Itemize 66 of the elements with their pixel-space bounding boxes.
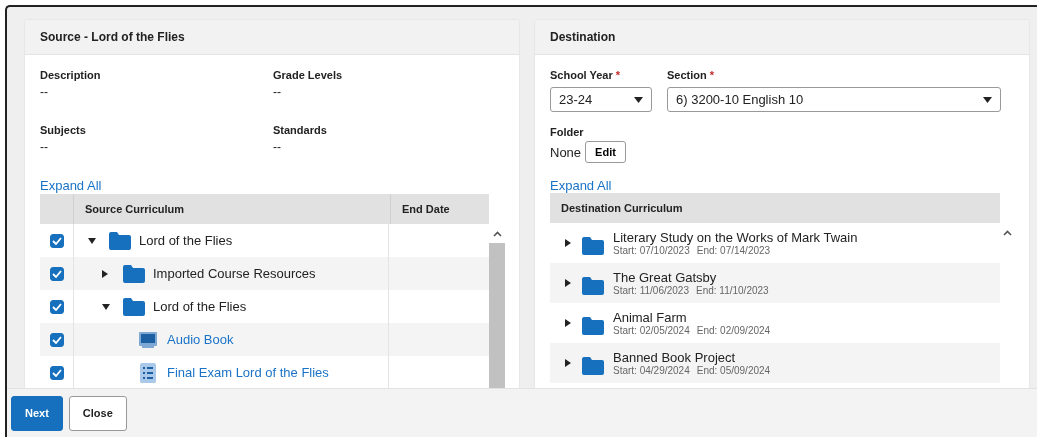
folder-icon <box>581 356 605 376</box>
checkbox[interactable] <box>49 266 64 281</box>
scroll-up-icon[interactable] <box>1002 230 1012 236</box>
folder-icon <box>122 263 146 284</box>
checkbox[interactable] <box>49 233 64 248</box>
field-label: Description <box>40 69 102 83</box>
field-label: Section <box>667 69 707 81</box>
field-value: None <box>550 144 582 160</box>
curriculum-name: Literary Study on the Works of Mark Twain <box>613 230 858 245</box>
next-button[interactable]: Next <box>11 395 63 431</box>
field-label: School Year <box>550 69 613 81</box>
caret-right-icon[interactable] <box>565 279 571 287</box>
caret-right-icon[interactable] <box>565 239 571 247</box>
field-value: -- <box>273 140 282 156</box>
end-date: End: 11/10/2023 <box>696 284 769 296</box>
scroll-up-icon[interactable] <box>492 231 502 237</box>
curriculum-name: The Great Gatsby <box>613 270 718 285</box>
curriculum-link[interactable]: Final Exam Lord of the Flies <box>167 365 329 380</box>
expand-all-link[interactable]: Expand All <box>40 178 102 193</box>
curriculum-name: Lord of the Flies <box>139 233 233 248</box>
checkbox[interactable] <box>49 332 64 347</box>
curriculum-name: Lord of the Flies <box>153 299 247 314</box>
caret-right-icon[interactable] <box>565 319 571 327</box>
section-select[interactable]: 6) 3200-10 English 10 <box>667 87 1001 112</box>
caret-right-icon[interactable] <box>102 269 108 278</box>
checklist-icon <box>140 362 156 383</box>
caret-down-icon[interactable] <box>88 237 96 244</box>
start-date: Start: 11/06/2023 <box>613 284 689 296</box>
checkbox[interactable] <box>49 299 64 314</box>
required-mark: * <box>709 69 715 81</box>
column-header: Destination Curriculum <box>550 193 1000 223</box>
folder-icon <box>108 230 132 251</box>
curriculum-link[interactable]: Audio Book <box>167 332 234 347</box>
field-label: Standards <box>273 124 328 138</box>
field-value: -- <box>273 85 282 101</box>
folder-icon <box>581 316 605 336</box>
field-value: -- <box>40 85 49 101</box>
curriculum-name: Animal Farm <box>613 310 688 325</box>
school-year-select[interactable]: 23-24 <box>550 87 652 112</box>
caret-down-icon <box>983 96 992 103</box>
required-mark: * <box>615 69 621 81</box>
folder-icon <box>581 236 605 256</box>
checkbox[interactable] <box>49 365 64 380</box>
field-label: Subjects <box>40 124 87 138</box>
start-date: Start: 07/10/2023 <box>613 244 690 256</box>
expand-all-link[interactable]: Expand All <box>550 178 612 193</box>
folder-icon <box>122 296 146 317</box>
field-value: -- <box>40 140 49 156</box>
field-label: Folder <box>550 126 585 140</box>
edit-button[interactable]: Edit <box>585 141 626 163</box>
close-button[interactable]: Close <box>68 395 127 431</box>
end-date: End: 02/09/2024 <box>696 324 771 336</box>
panel-title: Destination <box>535 20 1029 55</box>
folder-icon <box>581 276 605 296</box>
caret-down-icon <box>634 96 643 103</box>
end-date: End: 07/14/2023 <box>696 244 771 256</box>
caret-right-icon[interactable] <box>565 359 571 367</box>
caret-down-icon[interactable] <box>102 303 110 310</box>
end-date: End: 05/09/2024 <box>696 364 771 376</box>
panel-title: Source - Lord of the Flies <box>25 20 519 55</box>
start-date: Start: 04/29/2024 <box>613 364 690 376</box>
curriculum-name: Banned Book Project <box>613 350 737 365</box>
curriculum-name: Imported Course Resources <box>153 266 316 281</box>
start-date: Start: 02/05/2024 <box>613 324 690 336</box>
monitor-icon <box>138 330 158 349</box>
field-label: Grade Levels <box>273 69 344 83</box>
